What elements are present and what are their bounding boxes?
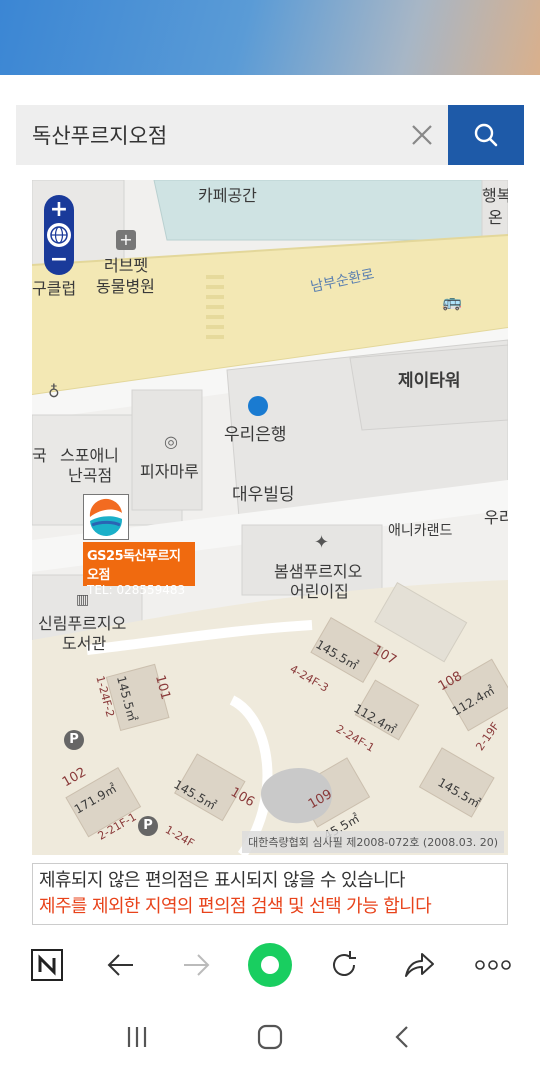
map-label-bank: 우리은행 — [224, 425, 287, 445]
map-label-jtower: 제이타워 — [398, 371, 461, 391]
hospital-icon: + — [116, 230, 136, 250]
more-dots-icon — [475, 960, 511, 970]
map-label-anycare: 애니카랜드 — [388, 523, 453, 539]
map-label-cafe: 카페공간 — [198, 186, 257, 205]
naver-n-icon — [31, 949, 64, 981]
recent-apps-button[interactable] — [113, 1013, 161, 1061]
back-button[interactable] — [97, 941, 145, 989]
bank-icon — [248, 396, 268, 416]
poi-label[interactable]: GS25독산푸르지오점 TEL: 028559483 — [83, 542, 195, 597]
chevron-left-icon — [395, 1025, 409, 1048]
parking-icon: P — [64, 730, 84, 750]
clear-button[interactable] — [396, 105, 448, 165]
search-input[interactable] — [16, 105, 396, 165]
poi-tel: TEL: 028559483 — [87, 583, 186, 597]
globe-icon[interactable] — [47, 223, 71, 247]
notice-line-1: 제휴되지 않은 편의점은 표시되지 않을 수 있습니다 — [39, 870, 405, 891]
bicycle-icon: ♁ — [48, 382, 60, 401]
search-icon — [474, 123, 498, 147]
poi-name: GS25독산푸르지오점 — [87, 549, 181, 583]
arrow-left-icon — [108, 954, 134, 976]
notice-line-2: 제주를 제외한 지역의 편의점 검색 및 선택 가능 합니다 — [39, 896, 432, 917]
parking-icon: P — [138, 816, 158, 836]
arrow-right-icon — [183, 954, 210, 976]
zoom-in-button[interactable]: + — [50, 199, 68, 221]
search-bar — [16, 105, 524, 165]
close-icon — [412, 125, 432, 145]
green-dot-icon — [247, 943, 292, 987]
search-button[interactable] — [448, 105, 524, 165]
green-dot-button[interactable] — [246, 941, 294, 989]
zoom-out-button[interactable]: − — [50, 249, 68, 271]
zoom-control: + − — [44, 195, 74, 275]
refresh-icon — [333, 951, 357, 976]
home-button[interactable] — [246, 1013, 294, 1061]
map-label-pizza: 피자마루 — [140, 462, 199, 481]
share-icon — [404, 953, 434, 977]
map-label-lovepet-2: 동물병원 — [96, 277, 155, 296]
system-back-button[interactable] — [379, 1013, 427, 1061]
browser-toolbar — [0, 930, 540, 1000]
target-icon: ◎ — [164, 432, 178, 451]
naver-home-button[interactable] — [23, 941, 71, 989]
map-label-bomsaem-2: 어린이집 — [290, 582, 349, 601]
map-label-haengbok: 행복 — [482, 186, 508, 205]
home-icon — [257, 1024, 283, 1049]
map-label-library-2: 도서관 — [62, 634, 107, 653]
more-button[interactable] — [469, 941, 517, 989]
map-label-sports-2: 난곡점 — [68, 466, 113, 485]
map-copyright: 대한측량협회 심사필 제2008-072호 (2008.03. 20) — [242, 831, 504, 853]
top-banner — [0, 0, 540, 75]
refresh-button[interactable] — [320, 941, 368, 989]
map-label-club: 구클럽 — [32, 279, 77, 298]
forward-button[interactable] — [172, 941, 220, 989]
child-icon: ✦ — [314, 532, 330, 553]
recent-apps-icon — [127, 1026, 146, 1047]
map-label-daewoo: 대우빌딩 — [232, 485, 295, 505]
map-label-haengbok-2: 온 — [488, 208, 503, 227]
map-view[interactable]: + − 카페공간 행복 온 + 구클럽 러브펫 동물병원 남부순환로 🚌 ♁ 제… — [32, 180, 508, 855]
bus-icon: 🚌 — [442, 292, 462, 311]
system-nav-bar — [0, 1000, 540, 1073]
map-label-guk: 국 — [32, 446, 47, 465]
map-label-woori-right: 우리 — [484, 508, 508, 527]
share-button[interactable] — [395, 941, 443, 989]
notice-box: 제휴되지 않은 편의점은 표시되지 않을 수 있습니다 제주를 제외한 지역의 … — [32, 863, 508, 925]
gs25-logo-icon[interactable] — [83, 494, 129, 540]
